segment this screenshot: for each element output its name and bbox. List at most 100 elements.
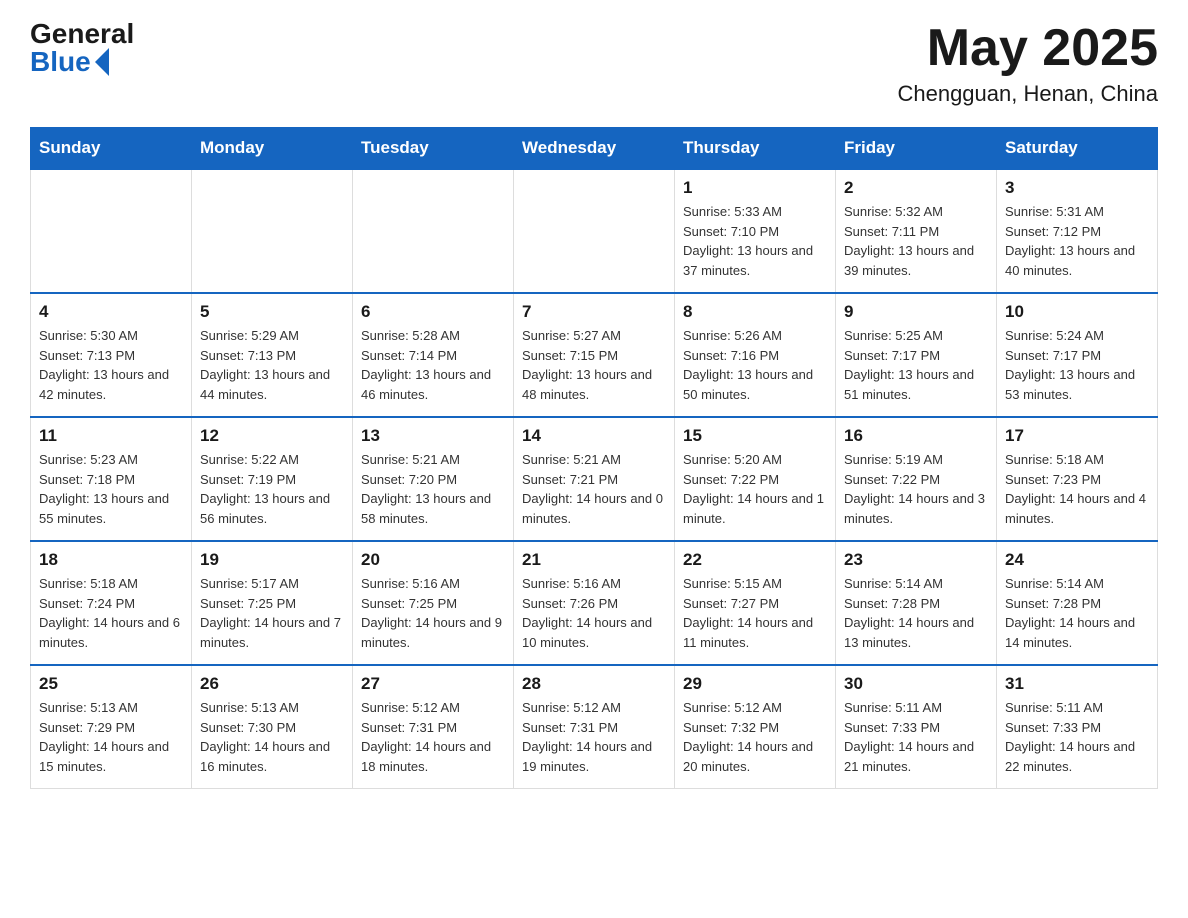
calendar-cell: 29 Sunrise: 5:12 AM Sunset: 7:32 PM Dayli… xyxy=(675,665,836,789)
day-info: Sunrise: 5:12 AM Sunset: 7:32 PM Dayligh… xyxy=(683,698,827,776)
day-number: 25 xyxy=(39,674,183,694)
day-info: Sunrise: 5:13 AM Sunset: 7:30 PM Dayligh… xyxy=(200,698,344,776)
day-number: 21 xyxy=(522,550,666,570)
day-number: 13 xyxy=(361,426,505,446)
day-number: 2 xyxy=(844,178,988,198)
day-number: 1 xyxy=(683,178,827,198)
day-info: Sunrise: 5:29 AM Sunset: 7:13 PM Dayligh… xyxy=(200,326,344,404)
day-number: 24 xyxy=(1005,550,1149,570)
day-info: Sunrise: 5:14 AM Sunset: 7:28 PM Dayligh… xyxy=(844,574,988,652)
day-number: 29 xyxy=(683,674,827,694)
calendar-cell: 21 Sunrise: 5:16 AM Sunset: 7:26 PM Dayli… xyxy=(514,541,675,665)
day-info: Sunrise: 5:21 AM Sunset: 7:20 PM Dayligh… xyxy=(361,450,505,528)
day-number: 15 xyxy=(683,426,827,446)
calendar-cell: 19 Sunrise: 5:17 AM Sunset: 7:25 PM Dayli… xyxy=(192,541,353,665)
day-number: 7 xyxy=(522,302,666,322)
calendar-cell: 4 Sunrise: 5:30 AM Sunset: 7:13 PM Daylig… xyxy=(31,293,192,417)
calendar-table: SundayMondayTuesdayWednesdayThursdayFrid… xyxy=(30,127,1158,789)
calendar-week-row: 25 Sunrise: 5:13 AM Sunset: 7:29 PM Dayli… xyxy=(31,665,1158,789)
calendar-week-row: 1 Sunrise: 5:33 AM Sunset: 7:10 PM Daylig… xyxy=(31,169,1158,293)
day-info: Sunrise: 5:24 AM Sunset: 7:17 PM Dayligh… xyxy=(1005,326,1149,404)
calendar-cell: 3Sunrise: 5:31 AM Sunset: 7:12 PM Daylig… xyxy=(997,169,1158,293)
calendar-week-row: 4 Sunrise: 5:30 AM Sunset: 7:13 PM Daylig… xyxy=(31,293,1158,417)
day-number: 19 xyxy=(200,550,344,570)
day-number: 8 xyxy=(683,302,827,322)
day-info: Sunrise: 5:11 AM Sunset: 7:33 PM Dayligh… xyxy=(844,698,988,776)
day-info: Sunrise: 5:30 AM Sunset: 7:13 PM Dayligh… xyxy=(39,326,183,404)
calendar-cell xyxy=(353,169,514,293)
day-info: Sunrise: 5:18 AM Sunset: 7:23 PM Dayligh… xyxy=(1005,450,1149,528)
calendar-cell: 1 Sunrise: 5:33 AM Sunset: 7:10 PM Daylig… xyxy=(675,169,836,293)
calendar-cell: 17Sunrise: 5:18 AM Sunset: 7:23 PM Dayli… xyxy=(997,417,1158,541)
day-number: 3 xyxy=(1005,178,1149,198)
day-number: 5 xyxy=(200,302,344,322)
day-info: Sunrise: 5:18 AM Sunset: 7:24 PM Dayligh… xyxy=(39,574,183,652)
day-info: Sunrise: 5:20 AM Sunset: 7:22 PM Dayligh… xyxy=(683,450,827,528)
day-info: Sunrise: 5:11 AM Sunset: 7:33 PM Dayligh… xyxy=(1005,698,1149,776)
day-info: Sunrise: 5:26 AM Sunset: 7:16 PM Dayligh… xyxy=(683,326,827,404)
day-info: Sunrise: 5:15 AM Sunset: 7:27 PM Dayligh… xyxy=(683,574,827,652)
logo-general-text: General xyxy=(30,20,134,48)
day-info: Sunrise: 5:17 AM Sunset: 7:25 PM Dayligh… xyxy=(200,574,344,652)
day-number: 11 xyxy=(39,426,183,446)
day-info: Sunrise: 5:21 AM Sunset: 7:21 PM Dayligh… xyxy=(522,450,666,528)
calendar-cell: 28Sunrise: 5:12 AM Sunset: 7:31 PM Dayli… xyxy=(514,665,675,789)
day-number: 10 xyxy=(1005,302,1149,322)
calendar-cell: 15 Sunrise: 5:20 AM Sunset: 7:22 PM Dayli… xyxy=(675,417,836,541)
day-info: Sunrise: 5:27 AM Sunset: 7:15 PM Dayligh… xyxy=(522,326,666,404)
calendar-header-wednesday: Wednesday xyxy=(514,128,675,170)
calendar-header-sunday: Sunday xyxy=(31,128,192,170)
calendar-cell: 8 Sunrise: 5:26 AM Sunset: 7:16 PM Daylig… xyxy=(675,293,836,417)
logo: General Blue xyxy=(30,20,134,76)
day-number: 9 xyxy=(844,302,988,322)
calendar-cell: 31 Sunrise: 5:11 AM Sunset: 7:33 PM Dayli… xyxy=(997,665,1158,789)
calendar-cell: 9 Sunrise: 5:25 AM Sunset: 7:17 PM Daylig… xyxy=(836,293,997,417)
day-info: Sunrise: 5:14 AM Sunset: 7:28 PM Dayligh… xyxy=(1005,574,1149,652)
day-number: 4 xyxy=(39,302,183,322)
day-info: Sunrise: 5:23 AM Sunset: 7:18 PM Dayligh… xyxy=(39,450,183,528)
calendar-cell: 14 Sunrise: 5:21 AM Sunset: 7:21 PM Dayli… xyxy=(514,417,675,541)
calendar-cell: 12Sunrise: 5:22 AM Sunset: 7:19 PM Dayli… xyxy=(192,417,353,541)
calendar-header-saturday: Saturday xyxy=(997,128,1158,170)
calendar-header-monday: Monday xyxy=(192,128,353,170)
logo-blue-text: Blue xyxy=(30,48,91,76)
calendar-cell: 10 Sunrise: 5:24 AM Sunset: 7:17 PM Dayli… xyxy=(997,293,1158,417)
calendar-week-row: 18 Sunrise: 5:18 AM Sunset: 7:24 PM Dayli… xyxy=(31,541,1158,665)
logo-triangle-icon xyxy=(95,48,109,76)
calendar-cell: 26Sunrise: 5:13 AM Sunset: 7:30 PM Dayli… xyxy=(192,665,353,789)
day-info: Sunrise: 5:33 AM Sunset: 7:10 PM Dayligh… xyxy=(683,202,827,280)
calendar-cell: 11 Sunrise: 5:23 AM Sunset: 7:18 PM Dayli… xyxy=(31,417,192,541)
day-number: 16 xyxy=(844,426,988,446)
calendar-cell: 5 Sunrise: 5:29 AM Sunset: 7:13 PM Daylig… xyxy=(192,293,353,417)
day-info: Sunrise: 5:13 AM Sunset: 7:29 PM Dayligh… xyxy=(39,698,183,776)
calendar-cell: 22 Sunrise: 5:15 AM Sunset: 7:27 PM Dayli… xyxy=(675,541,836,665)
calendar-cell: 18 Sunrise: 5:18 AM Sunset: 7:24 PM Dayli… xyxy=(31,541,192,665)
day-info: Sunrise: 5:25 AM Sunset: 7:17 PM Dayligh… xyxy=(844,326,988,404)
day-info: Sunrise: 5:16 AM Sunset: 7:26 PM Dayligh… xyxy=(522,574,666,652)
day-number: 12 xyxy=(200,426,344,446)
calendar-cell: 6Sunrise: 5:28 AM Sunset: 7:14 PM Daylig… xyxy=(353,293,514,417)
calendar-cell: 7 Sunrise: 5:27 AM Sunset: 7:15 PM Daylig… xyxy=(514,293,675,417)
day-number: 31 xyxy=(1005,674,1149,694)
day-number: 23 xyxy=(844,550,988,570)
day-info: Sunrise: 5:16 AM Sunset: 7:25 PM Dayligh… xyxy=(361,574,505,652)
calendar-cell xyxy=(31,169,192,293)
calendar-header-thursday: Thursday xyxy=(675,128,836,170)
calendar-week-row: 11 Sunrise: 5:23 AM Sunset: 7:18 PM Dayli… xyxy=(31,417,1158,541)
day-info: Sunrise: 5:12 AM Sunset: 7:31 PM Dayligh… xyxy=(361,698,505,776)
day-number: 22 xyxy=(683,550,827,570)
calendar-cell: 20 Sunrise: 5:16 AM Sunset: 7:25 PM Dayli… xyxy=(353,541,514,665)
calendar-cell: 16Sunrise: 5:19 AM Sunset: 7:22 PM Dayli… xyxy=(836,417,997,541)
calendar-cell: 24 Sunrise: 5:14 AM Sunset: 7:28 PM Dayli… xyxy=(997,541,1158,665)
day-info: Sunrise: 5:28 AM Sunset: 7:14 PM Dayligh… xyxy=(361,326,505,404)
calendar-cell xyxy=(514,169,675,293)
day-number: 30 xyxy=(844,674,988,694)
day-number: 14 xyxy=(522,426,666,446)
title-block: May 2025 Chengguan, Henan, China xyxy=(897,20,1158,107)
day-number: 18 xyxy=(39,550,183,570)
calendar-cell: 2 Sunrise: 5:32 AM Sunset: 7:11 PM Daylig… xyxy=(836,169,997,293)
day-info: Sunrise: 5:32 AM Sunset: 7:11 PM Dayligh… xyxy=(844,202,988,280)
day-number: 27 xyxy=(361,674,505,694)
day-number: 20 xyxy=(361,550,505,570)
calendar-cell: 27 Sunrise: 5:12 AM Sunset: 7:31 PM Dayli… xyxy=(353,665,514,789)
